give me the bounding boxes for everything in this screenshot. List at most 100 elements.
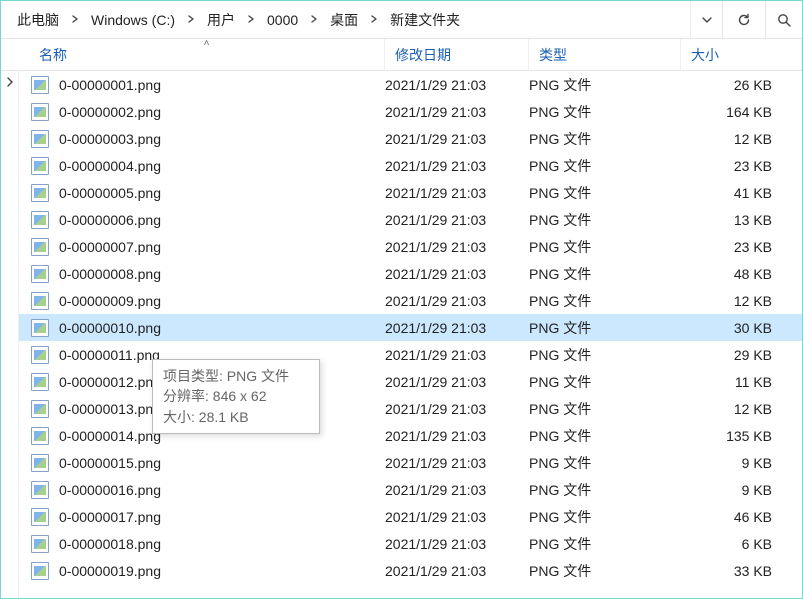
file-size: 33 KB (681, 563, 802, 579)
file-date: 2021/1/29 21:03 (385, 482, 529, 498)
file-name: 0-00000008.png (59, 266, 385, 282)
breadcrumb: 此电脑 Windows (C:) 用户 0000 桌面新建文件夹 (1, 1, 690, 38)
file-row[interactable]: 0-00000007.png2021/1/29 21:03PNG 文件23 KB (19, 233, 802, 260)
file-size: 29 KB (681, 347, 802, 363)
image-file-icon (31, 130, 49, 148)
image-file-icon (31, 157, 49, 175)
file-row[interactable]: 0-00000017.png2021/1/29 21:03PNG 文件46 KB (19, 503, 802, 530)
breadcrumb-chevron[interactable] (67, 10, 83, 30)
image-file-icon (31, 454, 49, 472)
file-size: 135 KB (681, 428, 802, 444)
chevron-right-icon (310, 15, 318, 23)
file-size: 23 KB (681, 239, 802, 255)
breadcrumb-item[interactable]: 新建文件夹 (384, 6, 466, 34)
file-date: 2021/1/29 21:03 (385, 509, 529, 525)
image-file-icon (31, 265, 49, 283)
file-date: 2021/1/29 21:03 (385, 185, 529, 201)
file-row[interactable]: 0-00000001.png2021/1/29 21:03PNG 文件26 KB (19, 71, 802, 98)
breadcrumb-dropdown[interactable] (690, 1, 722, 38)
chevron-right-icon (5, 77, 15, 87)
chevron-right-icon (187, 15, 195, 23)
image-file-icon (31, 562, 49, 580)
file-row[interactable]: 0-00000015.png2021/1/29 21:03PNG 文件9 KB (19, 449, 802, 476)
file-date: 2021/1/29 21:03 (385, 455, 529, 471)
tooltip-resolution: 分辨率: 846 x 62 (163, 386, 309, 406)
file-size: 12 KB (681, 131, 802, 147)
file-name: 0-00000009.png (59, 293, 385, 309)
file-size: 11 KB (681, 374, 802, 390)
breadcrumb-chevron[interactable] (366, 10, 382, 30)
file-row[interactable]: 0-00000010.png2021/1/29 21:03PNG 文件30 KB (19, 314, 802, 341)
image-file-icon (31, 211, 49, 229)
file-type: PNG 文件 (529, 345, 681, 365)
file-name: 0-00000015.png (59, 455, 385, 471)
breadcrumb-chevron[interactable] (183, 10, 199, 30)
file-row[interactable]: 0-00000004.png2021/1/29 21:03PNG 文件23 KB (19, 152, 802, 179)
file-row[interactable]: 0-00000018.png2021/1/29 21:03PNG 文件6 KB (19, 530, 802, 557)
refresh-button[interactable] (722, 1, 766, 38)
file-name: 0-00000019.png (59, 563, 385, 579)
file-row[interactable]: 0-00000011.png2021/1/29 21:03PNG 文件29 KB (19, 341, 802, 368)
file-date: 2021/1/29 21:03 (385, 320, 529, 336)
file-type: PNG 文件 (529, 507, 681, 527)
file-size: 13 KB (681, 212, 802, 228)
tooltip-type: 项目类型: PNG 文件 (163, 366, 309, 386)
header-name[interactable]: 名称 ˄ (29, 39, 385, 70)
breadcrumb-chevron[interactable] (243, 10, 259, 30)
gutter-header (1, 39, 29, 70)
file-type: PNG 文件 (529, 399, 681, 419)
file-row[interactable]: 0-00000005.png2021/1/29 21:03PNG 文件41 KB (19, 179, 802, 206)
file-type: PNG 文件 (529, 183, 681, 203)
breadcrumb-chevron[interactable] (306, 10, 322, 30)
file-row[interactable]: 0-00000008.png2021/1/29 21:03PNG 文件48 KB (19, 260, 802, 287)
file-name: 0-00000016.png (59, 482, 385, 498)
file-row[interactable]: 0-00000019.png2021/1/29 21:03PNG 文件33 KB (19, 557, 802, 584)
header-type-label: 类型 (539, 45, 567, 65)
file-type: PNG 文件 (529, 453, 681, 473)
file-row[interactable]: 0-00000006.png2021/1/29 21:03PNG 文件13 KB (19, 206, 802, 233)
file-row[interactable]: 0-00000009.png2021/1/29 21:03PNG 文件12 KB (19, 287, 802, 314)
search-area[interactable] (766, 1, 802, 38)
file-size: 41 KB (681, 185, 802, 201)
file-date: 2021/1/29 21:03 (385, 374, 529, 390)
image-file-icon (31, 319, 49, 337)
image-file-icon (31, 346, 49, 364)
file-row[interactable]: 0-00000002.png2021/1/29 21:03PNG 文件164 K… (19, 98, 802, 125)
header-size[interactable]: 大小 (681, 39, 802, 70)
file-row[interactable]: 0-00000014.png2021/1/29 21:03PNG 文件135 K… (19, 422, 802, 449)
file-date: 2021/1/29 21:03 (385, 266, 529, 282)
breadcrumb-item[interactable]: 桌面 (324, 6, 364, 34)
file-size: 48 KB (681, 266, 802, 282)
file-row[interactable]: 0-00000016.png2021/1/29 21:03PNG 文件9 KB (19, 476, 802, 503)
file-name: 0-00000017.png (59, 509, 385, 525)
file-date: 2021/1/29 21:03 (385, 158, 529, 174)
file-row[interactable]: 0-00000003.png2021/1/29 21:03PNG 文件12 KB (19, 125, 802, 152)
file-size: 12 KB (681, 401, 802, 417)
breadcrumb-item[interactable]: 此电脑 (11, 6, 65, 34)
column-headers: 名称 ˄ 修改日期 类型 大小 (1, 39, 802, 71)
image-file-icon (31, 76, 49, 94)
file-type: PNG 文件 (529, 291, 681, 311)
breadcrumb-item[interactable]: 用户 (201, 6, 241, 34)
header-type[interactable]: 类型 (529, 39, 681, 70)
breadcrumb-item[interactable]: Windows (C:) (85, 8, 181, 32)
file-type: PNG 文件 (529, 75, 681, 95)
file-row[interactable]: 0-00000013.png2021/1/29 21:03PNG 文件12 KB (19, 395, 802, 422)
file-type: PNG 文件 (529, 372, 681, 392)
left-gutter (1, 71, 19, 598)
file-type: PNG 文件 (529, 318, 681, 338)
file-name: 0-00000003.png (59, 131, 385, 147)
image-file-icon (31, 535, 49, 553)
image-file-icon (31, 427, 49, 445)
file-name: 0-00000002.png (59, 104, 385, 120)
file-type: PNG 文件 (529, 129, 681, 149)
file-type: PNG 文件 (529, 426, 681, 446)
file-row[interactable]: 0-00000012.png2021/1/29 21:03PNG 文件11 KB (19, 368, 802, 395)
header-date[interactable]: 修改日期 (385, 39, 529, 70)
gutter-expand[interactable] (1, 71, 18, 96)
file-name: 0-00000001.png (59, 77, 385, 93)
file-name: 0-00000004.png (59, 158, 385, 174)
sort-asc-icon: ˄ (204, 38, 210, 49)
breadcrumb-item[interactable]: 0000 (261, 8, 304, 32)
file-type: PNG 文件 (529, 156, 681, 176)
